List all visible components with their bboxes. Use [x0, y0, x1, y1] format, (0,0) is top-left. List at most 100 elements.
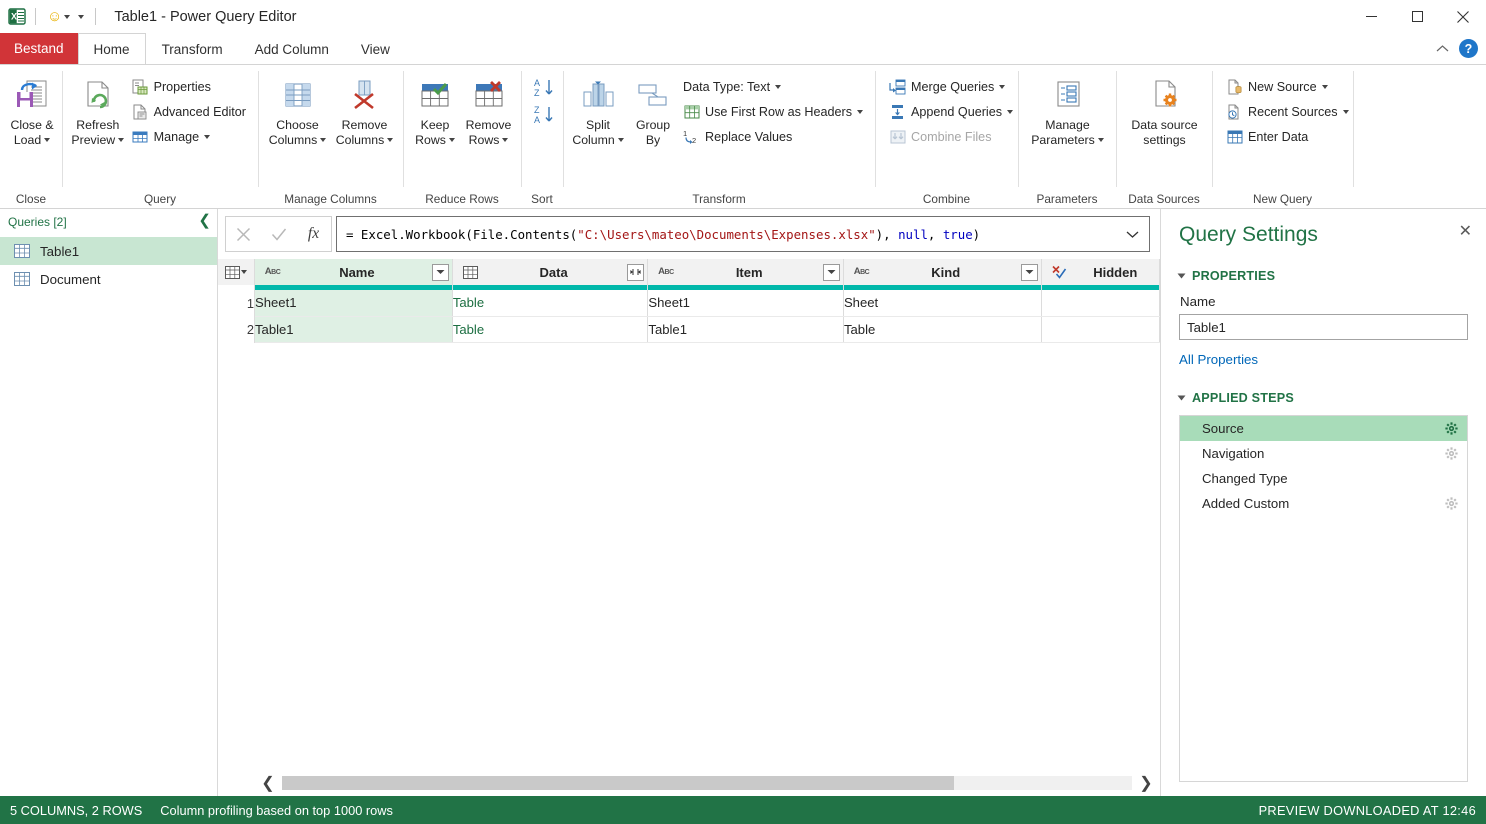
- manage-button[interactable]: Manage: [128, 125, 253, 148]
- close-button[interactable]: [1440, 0, 1486, 33]
- step-navigation[interactable]: Navigation: [1180, 441, 1467, 466]
- expand-formula-bar-button[interactable]: [1121, 230, 1143, 239]
- ribbon-tab-bar: Bestand Home Transform Add Column View ?: [0, 33, 1486, 64]
- cell-kind[interactable]: Sheet: [843, 290, 1041, 316]
- recent-sources-button[interactable]: Recent Sources: [1222, 100, 1356, 123]
- grid-select-all-corner[interactable]: [218, 259, 255, 285]
- gear-icon[interactable]: [1444, 447, 1458, 461]
- grid-scroll-region[interactable]: ABC Name: [218, 259, 1160, 770]
- tab-view[interactable]: View: [345, 33, 406, 64]
- queries-pane: Queries [2] ❮ Table1: [0, 209, 218, 796]
- keep-rows-icon: [417, 75, 453, 117]
- combine-small-buttons: Merge Queries Append Queries: [881, 71, 1020, 148]
- cell-data[interactable]: Table: [452, 290, 648, 316]
- choose-columns-line1: Choose: [276, 118, 318, 132]
- column-filter-button[interactable]: [1021, 264, 1038, 281]
- gear-icon[interactable]: [1444, 497, 1458, 511]
- maximize-button[interactable]: [1394, 0, 1440, 33]
- scroll-right-arrow-icon[interactable]: ❯: [1132, 772, 1160, 794]
- split-column-button[interactable]: Split Column: [569, 71, 627, 148]
- close-and-load-button[interactable]: Close & Load: [6, 71, 58, 148]
- fx-icon[interactable]: fx: [296, 217, 331, 251]
- choose-columns-button[interactable]: Choose Columns: [264, 71, 331, 148]
- chevron-down-icon: [64, 15, 70, 19]
- scrollbar-thumb[interactable]: [282, 776, 954, 790]
- grid-column-header-name[interactable]: ABC Name: [255, 259, 453, 285]
- properties-button[interactable]: Properties: [128, 75, 253, 98]
- advanced-editor-button[interactable]: Advanced Editor: [128, 100, 253, 123]
- gear-icon[interactable]: [1444, 422, 1458, 436]
- new-source-button[interactable]: New Source: [1222, 75, 1356, 98]
- use-first-row-as-headers-button[interactable]: Use First Row as Headers: [679, 100, 870, 123]
- tab-transform[interactable]: Transform: [146, 33, 239, 64]
- query-name-input[interactable]: [1179, 314, 1468, 340]
- collapse-queries-pane-button[interactable]: ❮: [198, 213, 211, 229]
- all-properties-link[interactable]: All Properties: [1179, 352, 1258, 367]
- cell-kind[interactable]: Table: [843, 316, 1041, 342]
- tab-add-column[interactable]: Add Column: [239, 33, 345, 64]
- manage-icon: [132, 128, 149, 145]
- step-source[interactable]: Source: [1180, 416, 1467, 441]
- collapse-ribbon-button[interactable]: [1436, 44, 1449, 53]
- column-expand-button[interactable]: [627, 264, 644, 281]
- data-source-settings-icon: [1147, 75, 1183, 117]
- group-label-data-sources: Data Sources: [1116, 189, 1212, 209]
- choose-columns-label: Choose Columns: [269, 118, 327, 147]
- preview-area: fx = Excel.Workbook(File.Contents("C:\Us…: [218, 209, 1160, 796]
- minimize-button[interactable]: [1348, 0, 1394, 33]
- manage-parameters-button[interactable]: Manage Parameters: [1024, 71, 1111, 148]
- checkmark-icon[interactable]: [261, 217, 296, 251]
- query-item-table1[interactable]: Table1: [0, 237, 217, 265]
- close-query-settings-button[interactable]: ✕: [1459, 225, 1472, 239]
- grid-column-header-kind[interactable]: ABC Kind: [843, 259, 1041, 285]
- group-by-icon: [633, 75, 673, 117]
- tab-home[interactable]: Home: [78, 33, 146, 64]
- grid-column-header-hidden[interactable]: Hidden: [1041, 259, 1160, 285]
- column-filter-button[interactable]: [432, 264, 449, 281]
- scrollbar-track[interactable]: [282, 776, 1132, 790]
- step-added-custom[interactable]: Added Custom: [1180, 491, 1467, 516]
- grid-column-header-item[interactable]: ABC Item: [648, 259, 844, 285]
- sort-ascending-button[interactable]: A Z: [531, 75, 557, 101]
- cell-name[interactable]: Sheet1: [255, 290, 453, 316]
- cell-name[interactable]: Table1: [255, 316, 453, 342]
- keep-rows-button[interactable]: Keep Rows: [409, 71, 461, 148]
- group-by-button[interactable]: Group By: [627, 71, 679, 148]
- grid-column-header-data[interactable]: Data: [452, 259, 648, 285]
- customize-quick-access-button[interactable]: [75, 13, 87, 21]
- tab-bestand[interactable]: Bestand: [0, 33, 78, 64]
- query-item-document[interactable]: Document: [0, 265, 217, 293]
- merge-queries-button[interactable]: Merge Queries: [885, 75, 1020, 98]
- properties-section-header[interactable]: PROPERTIES: [1179, 269, 1468, 283]
- chevron-down-icon: [1007, 110, 1013, 114]
- cell-item[interactable]: Table1: [648, 316, 844, 342]
- remove-rows-button[interactable]: Remove Rows: [461, 71, 516, 148]
- horizontal-scrollbar[interactable]: ❮ ❯: [218, 770, 1160, 796]
- applied-steps-section-header[interactable]: APPLIED STEPS: [1179, 391, 1468, 405]
- data-source-settings-button[interactable]: Data source settings: [1124, 71, 1204, 148]
- customize-smiley-button[interactable]: ☺: [44, 7, 73, 26]
- table-row[interactable]: 2 Table1 Table Table1 Table: [218, 316, 1160, 342]
- enter-data-button[interactable]: Enter Data: [1222, 125, 1356, 148]
- status-dimensions: 5 COLUMNS, 2 ROWS: [10, 803, 142, 818]
- sort-descending-button[interactable]: Z A: [531, 102, 557, 128]
- formula-input[interactable]: = Excel.Workbook(File.Contents("C:\Users…: [336, 216, 1150, 252]
- table-row[interactable]: 1 Sheet1 Table Sheet1 Sheet: [218, 290, 1160, 316]
- cell-item[interactable]: Sheet1: [648, 290, 844, 316]
- cell-hidden[interactable]: [1041, 290, 1160, 316]
- refresh-preview-button[interactable]: Refresh Preview: [68, 71, 128, 148]
- step-changed-type[interactable]: Changed Type: [1180, 466, 1467, 491]
- remove-rows-icon: [471, 75, 507, 117]
- data-type-button[interactable]: Data Type: Text: [679, 75, 870, 98]
- replace-values-button[interactable]: 1 2 Replace Values: [679, 125, 870, 148]
- cell-data[interactable]: Table: [452, 316, 648, 342]
- append-queries-button[interactable]: Append Queries: [885, 100, 1020, 123]
- cell-hidden[interactable]: [1041, 316, 1160, 342]
- column-filter-button[interactable]: [823, 264, 840, 281]
- cancel-icon[interactable]: [226, 217, 261, 251]
- remove-columns-button[interactable]: Remove Columns: [331, 71, 398, 148]
- excel-icon: X: [7, 7, 27, 27]
- query-small-buttons: Properties Advanced Editor: [128, 71, 253, 148]
- help-button[interactable]: ?: [1459, 39, 1478, 58]
- scroll-left-arrow-icon[interactable]: ❮: [254, 772, 282, 794]
